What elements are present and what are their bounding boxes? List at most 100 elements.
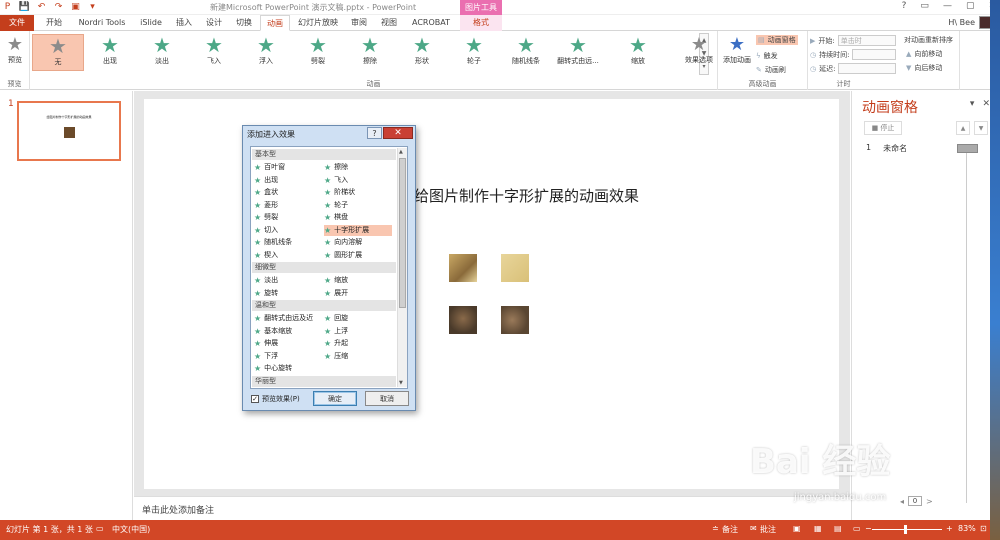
preview-effect-checkbox[interactable]: ✓ 预览效果(P): [251, 394, 300, 404]
start-slideshow-icon[interactable]: ▣: [70, 1, 81, 12]
notes-toggle-button[interactable]: 备注: [722, 524, 738, 535]
tab-transitions[interactable]: 切换: [230, 15, 258, 31]
effect-option[interactable]: ★ 菱形: [254, 200, 322, 211]
customize-qat-icon[interactable]: ▾: [87, 1, 98, 12]
move-earlier-button[interactable]: ▲ 向前移动: [906, 49, 942, 59]
language-indicator[interactable]: 中文(中国): [112, 524, 150, 535]
effect-option[interactable]: ★ 升起: [324, 338, 392, 349]
dialog-help-button[interactable]: ?: [367, 127, 382, 139]
cancel-button[interactable]: 取消: [365, 391, 409, 406]
effect-option[interactable]: ★ 上浮: [324, 326, 392, 337]
slide-sorter-icon[interactable]: ▦: [814, 524, 822, 533]
effect-option[interactable]: ★ 圆形扩展: [324, 250, 392, 261]
effect-5[interactable]: ★ 劈裂: [292, 34, 344, 71]
start-select[interactable]: 单击时: [837, 35, 896, 46]
effect-option[interactable]: ★ 出现: [254, 175, 322, 186]
add-animation-button[interactable]: ★ 添加动画: [720, 34, 754, 65]
tab-review[interactable]: 审阅: [345, 15, 373, 31]
effect-option[interactable]: ★ 擦除: [324, 162, 392, 173]
reorder-down-button[interactable]: ▼: [974, 121, 988, 135]
effect-option[interactable]: ★ 十字形扩展: [324, 224, 392, 236]
effect-option[interactable]: ★ 缩放: [324, 275, 392, 286]
scroll-down-icon[interactable]: ▼: [399, 380, 403, 386]
effect-option[interactable]: ★ 向内溶解: [324, 237, 392, 248]
slide-title[interactable]: 给图片制作十字形扩展的动画效果: [414, 185, 639, 206]
effect-option[interactable]: ★ 切入: [254, 225, 322, 236]
effect-option[interactable]: ★ 旋转: [254, 288, 322, 299]
effect-option[interactable]: ★ 随机线条: [254, 237, 322, 248]
ok-button[interactable]: 确定: [313, 391, 357, 406]
effect-option[interactable]: ★ 飞入: [324, 175, 392, 186]
effect-option[interactable]: ★ 盒状: [254, 187, 322, 198]
timeline-zoom-value[interactable]: 0: [908, 496, 923, 506]
tab-design[interactable]: 设计: [200, 15, 228, 31]
effect-7[interactable]: ★ 形状: [396, 34, 448, 71]
slideshow-view-icon[interactable]: ▭: [853, 524, 861, 533]
effect-options-button[interactable]: ★ 效果选项: [682, 34, 716, 65]
spellcheck-icon[interactable]: ▭: [96, 524, 104, 533]
tab-view[interactable]: 视图: [375, 15, 403, 31]
effect-4[interactable]: ★ 浮入: [240, 34, 292, 71]
pane-options-icon[interactable]: ▾: [970, 99, 975, 109]
fit-slide-icon[interactable]: ⊡: [980, 524, 987, 533]
normal-view-icon[interactable]: ▣: [793, 524, 801, 533]
trigger-button[interactable]: ϟ 触发: [756, 51, 778, 61]
tab-acrobat[interactable]: ACROBAT: [405, 15, 457, 31]
effect-10[interactable]: ★ 翻转式由远...: [552, 34, 604, 71]
notes-pane[interactable]: 单击此处添加备注: [134, 496, 850, 520]
tab-format[interactable]: 格式: [460, 15, 502, 31]
scroll-thumb[interactable]: [399, 158, 406, 308]
comments-icon[interactable]: ✉: [750, 524, 757, 533]
image-piece-bottom-right[interactable]: [501, 306, 529, 334]
image-piece-bottom-left[interactable]: [449, 306, 477, 334]
maximize-button[interactable]: ▢: [966, 1, 975, 11]
effect-9[interactable]: ★ 随机线条: [500, 34, 552, 71]
animation-painter-button[interactable]: ✎ 动画刷: [756, 65, 786, 75]
duration-input[interactable]: [852, 49, 897, 60]
reorder-up-button[interactable]: ▲: [956, 121, 970, 135]
effect-6[interactable]: ★ 擦除: [344, 34, 396, 71]
zoom-in-icon[interactable]: +: [946, 524, 953, 533]
effect-2[interactable]: ★ 淡出: [136, 34, 188, 71]
scroll-left-icon[interactable]: ◂: [900, 497, 904, 506]
effect-option[interactable]: ★ 压缩: [324, 351, 392, 362]
effect-option[interactable]: ★ 中心旋转: [254, 363, 322, 374]
effect-option[interactable]: ★ 淡出: [254, 275, 322, 286]
tab-file[interactable]: 文件: [0, 15, 34, 31]
reading-view-icon[interactable]: ▤: [834, 524, 842, 533]
tab-animations[interactable]: 动画: [260, 15, 290, 31]
tab-insert[interactable]: 插入: [170, 15, 198, 31]
undo-icon[interactable]: ↶: [36, 1, 47, 12]
redo-icon[interactable]: ↷: [53, 1, 64, 12]
tab-slideshow[interactable]: 幻灯片放映: [293, 15, 343, 31]
comments-button[interactable]: 批注: [760, 524, 776, 535]
effect-option[interactable]: ★ 回旋: [324, 313, 392, 324]
scroll-up-icon[interactable]: ▲: [399, 149, 403, 155]
play-button[interactable]: ■ 停止: [864, 121, 902, 135]
tab-nordri-tools[interactable]: Nordri Tools: [72, 15, 132, 31]
effect-option[interactable]: ★ 轮子: [324, 200, 392, 211]
pane-close-icon[interactable]: ✕: [982, 99, 990, 109]
effect-list-scrollbar[interactable]: ▲ ▼: [397, 148, 407, 387]
zoom-slider-thumb[interactable]: [904, 525, 907, 534]
effect-option[interactable]: ★ 下浮: [254, 351, 322, 362]
dialog-close-button[interactable]: ✕: [383, 127, 413, 139]
minimize-button[interactable]: —: [943, 1, 952, 11]
effect-option[interactable]: ★ 翻转式由远及近: [254, 313, 322, 324]
user-account[interactable]: H\ Bee: [948, 16, 992, 29]
effect-option[interactable]: ★ 百叶窗: [254, 162, 322, 173]
move-later-button[interactable]: ▼ 向后移动: [906, 63, 942, 73]
help-button[interactable]: ?: [902, 1, 907, 11]
effect-option[interactable]: ★ 楔入: [254, 250, 322, 261]
notes-toggle-icon[interactable]: ≐: [712, 524, 719, 533]
preview-button[interactable]: ★ 预览: [4, 34, 26, 65]
zoom-level[interactable]: 83%: [958, 524, 976, 533]
effect-option[interactable]: ★ 棋盘: [324, 212, 392, 223]
image-piece-top-left[interactable]: [449, 254, 477, 282]
save-icon[interactable]: 💾: [19, 1, 30, 12]
checkbox-checked-icon[interactable]: ✓: [251, 395, 259, 403]
delay-input[interactable]: [838, 63, 897, 74]
effect-option[interactable]: ★ 展开: [324, 288, 392, 299]
effect-3[interactable]: ★ 飞入: [188, 34, 240, 71]
effect-option[interactable]: ★ 劈裂: [254, 212, 322, 223]
